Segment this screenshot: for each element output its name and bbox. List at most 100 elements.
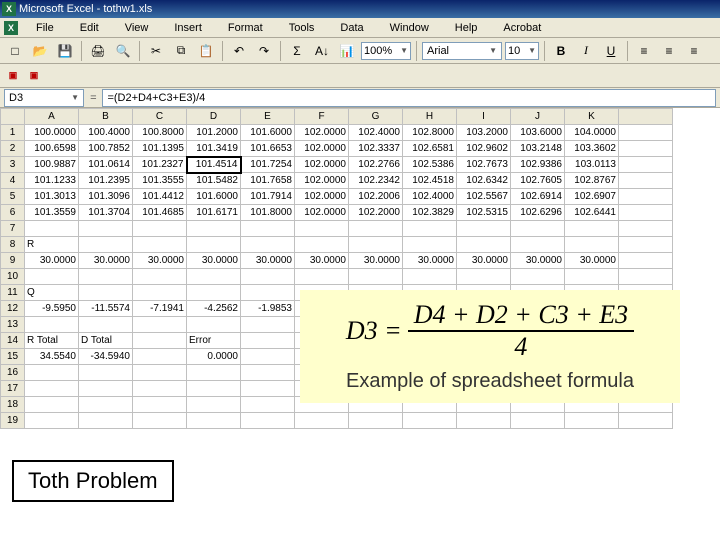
cell-E3[interactable]: 101.7254 bbox=[241, 157, 295, 173]
cell-H4[interactable]: 102.4518 bbox=[403, 173, 457, 189]
cell-H9[interactable]: 30.0000 bbox=[403, 253, 457, 269]
row-header-10[interactable]: 10 bbox=[1, 269, 25, 285]
cell-A13[interactable] bbox=[25, 317, 79, 333]
paste-icon[interactable]: 📋 bbox=[195, 40, 217, 62]
cell-A9[interactable]: 30.0000 bbox=[25, 253, 79, 269]
cell-D11[interactable] bbox=[187, 285, 241, 301]
cell-I5[interactable]: 102.5567 bbox=[457, 189, 511, 205]
undo-icon[interactable]: ↶ bbox=[228, 40, 250, 62]
cell-B19[interactable] bbox=[79, 413, 133, 429]
row-header-5[interactable]: 5 bbox=[1, 189, 25, 205]
cell-A2[interactable]: 100.6598 bbox=[25, 141, 79, 157]
col-header-I[interactable]: I bbox=[457, 109, 511, 125]
pdf-mail-icon[interactable]: ▣ bbox=[25, 67, 43, 85]
cell-E13[interactable] bbox=[241, 317, 295, 333]
col-header-K[interactable]: K bbox=[565, 109, 619, 125]
cell-C7[interactable] bbox=[133, 221, 187, 237]
row-header-3[interactable]: 3 bbox=[1, 157, 25, 173]
cell-G6[interactable]: 102.2000 bbox=[349, 205, 403, 221]
cell-E9[interactable]: 30.0000 bbox=[241, 253, 295, 269]
cell-J7[interactable] bbox=[511, 221, 565, 237]
row-header-19[interactable]: 19 bbox=[1, 413, 25, 429]
bold-button[interactable]: B bbox=[550, 40, 572, 62]
cell-C6[interactable]: 101.4685 bbox=[133, 205, 187, 221]
cell-F19[interactable] bbox=[295, 413, 349, 429]
cell-I8[interactable] bbox=[457, 237, 511, 253]
cell-C15[interactable] bbox=[133, 349, 187, 365]
cell-A5[interactable]: 101.3013 bbox=[25, 189, 79, 205]
cell-blank[interactable] bbox=[619, 237, 673, 253]
cell-D9[interactable]: 30.0000 bbox=[187, 253, 241, 269]
cell-E18[interactable] bbox=[241, 397, 295, 413]
cell-D15[interactable]: 0.0000 bbox=[187, 349, 241, 365]
cell-A7[interactable] bbox=[25, 221, 79, 237]
copy-icon[interactable]: ⧉ bbox=[170, 40, 192, 62]
col-header-D[interactable]: D bbox=[187, 109, 241, 125]
cell-E12[interactable]: -1.9853 bbox=[241, 301, 295, 317]
cell-H19[interactable] bbox=[403, 413, 457, 429]
cell-A4[interactable]: 101.1233 bbox=[25, 173, 79, 189]
cell-blank[interactable] bbox=[619, 189, 673, 205]
cell-I6[interactable]: 102.5315 bbox=[457, 205, 511, 221]
preview-icon[interactable]: 🔍 bbox=[112, 40, 134, 62]
cell-D13[interactable] bbox=[187, 317, 241, 333]
col-header-H[interactable]: H bbox=[403, 109, 457, 125]
cell-D14[interactable]: Error bbox=[187, 333, 241, 349]
cell-D6[interactable]: 101.6171 bbox=[187, 205, 241, 221]
cell-E17[interactable] bbox=[241, 381, 295, 397]
cell-E8[interactable] bbox=[241, 237, 295, 253]
cell-blank[interactable] bbox=[619, 413, 673, 429]
cell-E14[interactable] bbox=[241, 333, 295, 349]
cell-G3[interactable]: 102.2766 bbox=[349, 157, 403, 173]
row-header-15[interactable]: 15 bbox=[1, 349, 25, 365]
menu-data[interactable]: Data bbox=[328, 20, 375, 36]
cell-E10[interactable] bbox=[241, 269, 295, 285]
name-box[interactable]: D3▼ bbox=[4, 89, 84, 107]
cell-F1[interactable]: 102.0000 bbox=[295, 125, 349, 141]
cell-I2[interactable]: 102.9602 bbox=[457, 141, 511, 157]
cell-blank[interactable] bbox=[619, 173, 673, 189]
cell-C2[interactable]: 101.1395 bbox=[133, 141, 187, 157]
cell-A18[interactable] bbox=[25, 397, 79, 413]
menu-file[interactable]: File bbox=[24, 20, 66, 36]
cell-D10[interactable] bbox=[187, 269, 241, 285]
italic-button[interactable]: I bbox=[575, 40, 597, 62]
cell-I19[interactable] bbox=[457, 413, 511, 429]
cell-J3[interactable]: 102.9386 bbox=[511, 157, 565, 173]
cell-K3[interactable]: 103.0113 bbox=[565, 157, 619, 173]
cell-E2[interactable]: 101.6653 bbox=[241, 141, 295, 157]
menu-view[interactable]: View bbox=[113, 20, 161, 36]
cell-B18[interactable] bbox=[79, 397, 133, 413]
cell-B12[interactable]: -11.5574 bbox=[79, 301, 133, 317]
cell-E1[interactable]: 101.6000 bbox=[241, 125, 295, 141]
cell-blank[interactable] bbox=[619, 141, 673, 157]
cell-A8[interactable]: R bbox=[25, 237, 79, 253]
cell-B16[interactable] bbox=[79, 365, 133, 381]
row-header-2[interactable]: 2 bbox=[1, 141, 25, 157]
open-icon[interactable]: 📂 bbox=[29, 40, 51, 62]
cell-D18[interactable] bbox=[187, 397, 241, 413]
font-select[interactable]: Arial▼ bbox=[422, 42, 502, 60]
cell-B14[interactable]: D Total bbox=[79, 333, 133, 349]
cell-B17[interactable] bbox=[79, 381, 133, 397]
cell-A3[interactable]: 100.9887 bbox=[25, 157, 79, 173]
cell-J19[interactable] bbox=[511, 413, 565, 429]
cell-A12[interactable]: -9.5950 bbox=[25, 301, 79, 317]
cell-D5[interactable]: 101.6000 bbox=[187, 189, 241, 205]
menu-window[interactable]: Window bbox=[378, 20, 441, 36]
cell-C8[interactable] bbox=[133, 237, 187, 253]
cell-B8[interactable] bbox=[79, 237, 133, 253]
cell-D19[interactable] bbox=[187, 413, 241, 429]
cell-E6[interactable]: 101.8000 bbox=[241, 205, 295, 221]
cell-J6[interactable]: 102.6296 bbox=[511, 205, 565, 221]
cell-C11[interactable] bbox=[133, 285, 187, 301]
cell-I9[interactable]: 30.0000 bbox=[457, 253, 511, 269]
cell-B3[interactable]: 101.0614 bbox=[79, 157, 133, 173]
cell-A19[interactable] bbox=[25, 413, 79, 429]
menu-edit[interactable]: Edit bbox=[68, 20, 111, 36]
cell-D7[interactable] bbox=[187, 221, 241, 237]
cell-D2[interactable]: 101.3419 bbox=[187, 141, 241, 157]
redo-icon[interactable]: ↷ bbox=[253, 40, 275, 62]
cell-C12[interactable]: -7.1941 bbox=[133, 301, 187, 317]
cell-I4[interactable]: 102.6342 bbox=[457, 173, 511, 189]
